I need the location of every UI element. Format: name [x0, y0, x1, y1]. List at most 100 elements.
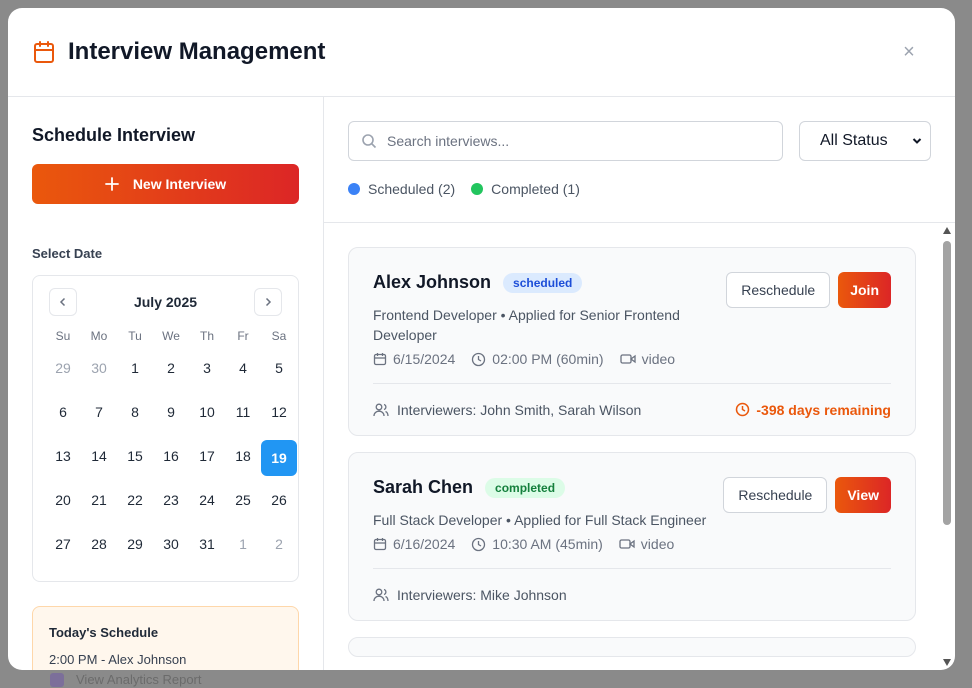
interview-management-modal: Interview Management × Schedule Intervie…: [8, 8, 955, 670]
status-filter-select[interactable]: All Status: [799, 121, 931, 161]
backdrop-label: View Analytics Report: [76, 672, 202, 687]
calendar-day[interactable]: 5: [261, 350, 297, 386]
new-interview-label: New Interview: [132, 176, 227, 192]
calendar-day[interactable]: 29: [45, 350, 81, 386]
schedule-title: Schedule Interview: [32, 125, 196, 145]
status-filter-value: All Status: [820, 132, 888, 149]
time-remaining: -398 days remaining: [735, 402, 891, 418]
weekday-label: Mo: [90, 329, 108, 343]
calendar-day[interactable]: 4: [225, 350, 261, 386]
reschedule-button[interactable]: Reschedule: [726, 272, 831, 308]
calendar-day[interactable]: 30: [81, 350, 117, 386]
calendar-day[interactable]: 27: [45, 526, 81, 562]
interview-date: 6/15/2024: [393, 351, 456, 367]
calendar-day[interactable]: 13: [45, 438, 81, 474]
select-date-label: Select Date: [32, 246, 103, 261]
card-footer: Interviewers: Mike Johnson: [373, 568, 891, 620]
calendar-day[interactable]: 3: [189, 350, 225, 386]
search-placeholder: Search interviews...: [387, 133, 510, 149]
calendar-day[interactable]: 25: [225, 482, 261, 518]
interview-mode: video: [640, 536, 675, 552]
calendar-day[interactable]: 6: [45, 394, 81, 430]
modal-title: Interview Management: [68, 38, 326, 65]
users-icon: [373, 403, 389, 417]
card-actions: Reschedule Join: [726, 272, 891, 308]
calendar-day[interactable]: 2: [153, 350, 189, 386]
reschedule-button[interactable]: Reschedule: [723, 477, 828, 513]
new-interview-button[interactable]: New Interview: [32, 164, 299, 204]
interview-date: 6/16/2024: [393, 536, 456, 552]
interview-meta: 6/15/2024 02:00 PM (60min) video: [373, 351, 891, 367]
weekday-label: Sa: [271, 329, 287, 343]
calendar-day[interactable]: 2: [261, 526, 297, 562]
list-scrollbar[interactable]: [941, 223, 953, 670]
scroll-thumb[interactable]: [943, 241, 951, 525]
search-input[interactable]: Search interviews...: [348, 121, 783, 161]
calendar-day[interactable]: 24: [189, 482, 225, 518]
candidate-name: Alex Johnson: [373, 272, 492, 292]
card-actions: Reschedule View: [723, 477, 891, 513]
scroll-down-icon[interactable]: [943, 659, 951, 666]
interviewers-list: Interviewers: John Smith, Sarah Wilson: [397, 401, 642, 418]
time-remaining-label: -398 days remaining: [756, 401, 891, 418]
completed-dot-icon: [471, 183, 484, 195]
weekday-label: We: [162, 329, 180, 343]
legend-completed: Completed (1): [471, 181, 580, 197]
todays-schedule-title: Today's Schedule: [49, 625, 159, 640]
calendar-day[interactable]: 17: [189, 438, 225, 474]
calendar-day[interactable]: 22: [117, 482, 153, 518]
calendar-day[interactable]: 11: [225, 394, 261, 430]
calendar-day[interactable]: 12: [261, 394, 297, 430]
candidate-role: Full Stack Developer • Applied for Full …: [373, 512, 707, 528]
chevron-down-icon: [912, 136, 922, 146]
interview-mode: video: [641, 351, 676, 367]
clock-icon: [471, 537, 486, 552]
calendar-day[interactable]: 7: [81, 394, 117, 430]
calendar-days-grid: 29 30 1 2 3 4 5 6 7 8 9 10 11 12 13 14 15 16 17 18 19 20 21 22 2…: [45, 346, 297, 566]
calendar-day[interactable]: 18: [225, 438, 261, 474]
calendar-day[interactable]: 21: [81, 482, 117, 518]
modal-body: Schedule Interview New Interview Select …: [8, 97, 955, 670]
prev-month-button[interactable]: [49, 288, 77, 316]
calendar-day[interactable]: 23: [153, 482, 189, 518]
calendar-day[interactable]: 1: [117, 350, 153, 386]
interview-meta: 6/16/2024 10:30 AM (45min) video: [373, 536, 891, 552]
calendar-day[interactable]: 28: [81, 526, 117, 562]
calendar-day[interactable]: 10: [189, 394, 225, 430]
card-footer: Interviewers: John Smith, Sarah Wilson -…: [373, 383, 891, 435]
calendar-day[interactable]: 26: [261, 482, 297, 518]
view-button[interactable]: View: [835, 477, 891, 513]
legend-scheduled-label: Scheduled (2): [368, 181, 456, 197]
calendar-day[interactable]: 14: [81, 438, 117, 474]
join-button[interactable]: Join: [838, 272, 891, 308]
calendar-header: July 2025: [49, 288, 282, 316]
date-picker-calendar: July 2025 Su Mo Tu We Th Fr Sa 29 30 1 2 3 4 5 6 7 8 9 10…: [32, 275, 299, 582]
interview-time: 10:30 AM (45min): [492, 536, 603, 552]
chevron-left-icon: [58, 297, 68, 307]
weekday-label: Su: [55, 329, 71, 343]
calendar-day[interactable]: 20: [45, 482, 81, 518]
calendar-day[interactable]: 9: [153, 394, 189, 430]
close-button[interactable]: ×: [899, 42, 919, 62]
calendar-day[interactable]: 15: [117, 438, 153, 474]
calendar-day[interactable]: 31: [189, 526, 225, 562]
calendar-day[interactable]: 16: [153, 438, 189, 474]
legend-completed-label: Completed (1): [491, 181, 580, 197]
calendar-day[interactable]: 8: [117, 394, 153, 430]
interview-card: Alex Johnson scheduled Frontend Develope…: [348, 247, 916, 436]
calendar-day[interactable]: 29: [117, 526, 153, 562]
chevron-right-icon: [263, 297, 273, 307]
calendar-day[interactable]: 1: [225, 526, 261, 562]
scroll-up-icon[interactable]: [943, 227, 951, 234]
interview-card-partial: [348, 637, 916, 657]
interviewers-list: Interviewers: Mike Johnson: [397, 586, 567, 603]
calendar-day[interactable]: 30: [153, 526, 189, 562]
report-icon: [50, 672, 64, 687]
status-badge: scheduled: [503, 272, 583, 293]
interviews-panel: Search interviews... All Status Schedule…: [324, 97, 955, 670]
calendar-day-selected[interactable]: 19: [261, 440, 297, 476]
calendar-icon: [373, 537, 387, 551]
weekday-label: Th: [199, 329, 214, 343]
next-month-button[interactable]: [254, 288, 282, 316]
clock-icon: [735, 402, 750, 417]
